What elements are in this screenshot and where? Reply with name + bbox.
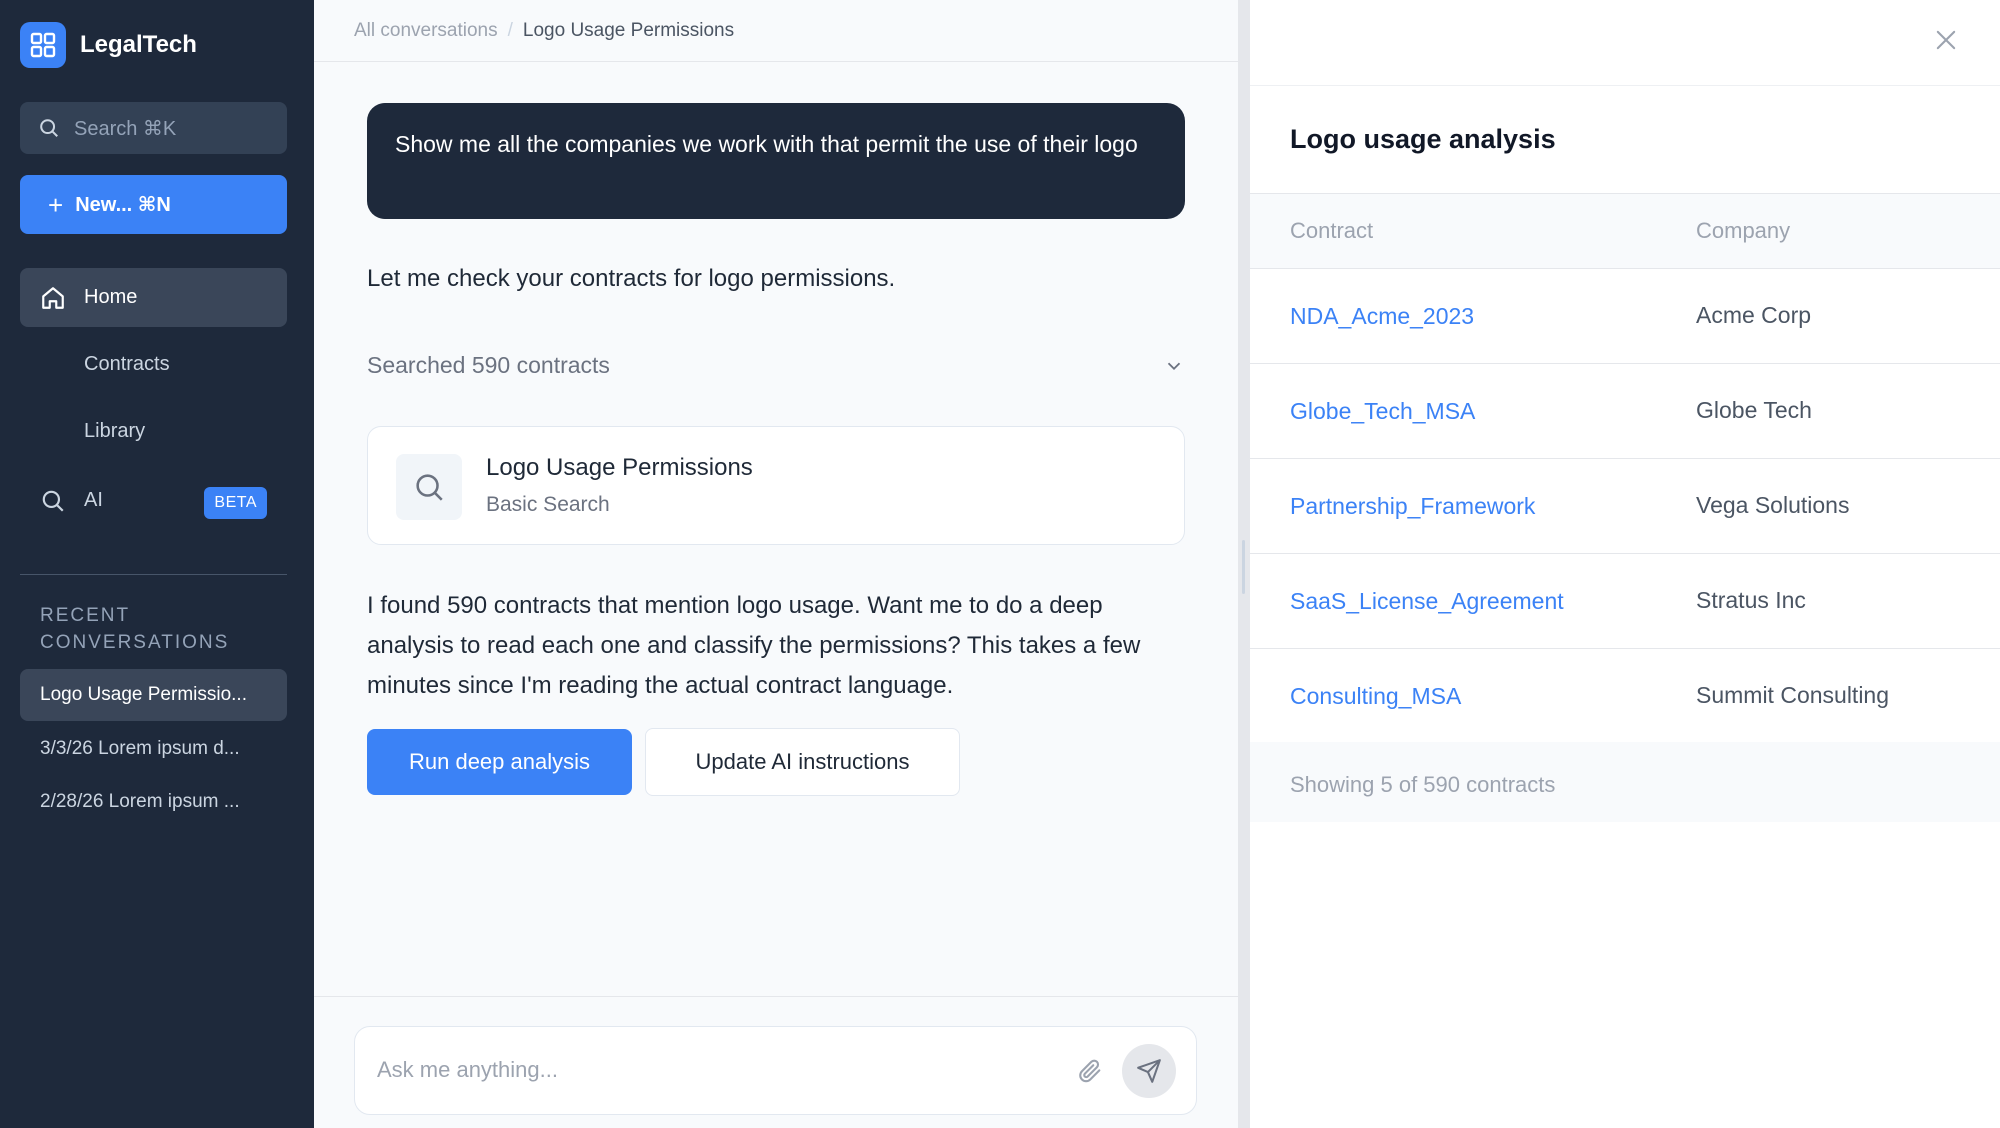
table-row: Globe_Tech_MSA Globe Tech bbox=[1250, 364, 2000, 459]
breadcrumb-current: Logo Usage Permissions bbox=[522, 19, 735, 41]
table-footer: Showing 5 of 590 contracts bbox=[1250, 742, 2000, 822]
breadcrumb-root[interactable]: All conversations bbox=[354, 20, 498, 42]
user-message: Show me all the companies we work with t… bbox=[367, 103, 1185, 219]
sidebar-item-label: Home bbox=[84, 286, 138, 308]
company-cell: Vega Solutions bbox=[1696, 492, 1850, 518]
resize-grip bbox=[1242, 540, 1245, 594]
company-cell: Globe Tech bbox=[1696, 397, 1812, 423]
contract-link[interactable]: Consulting_MSA bbox=[1290, 683, 1461, 710]
update-ai-instructions-button[interactable]: Update AI instructions bbox=[645, 728, 960, 796]
search-card-title: Logo Usage Permissions bbox=[486, 454, 753, 481]
plus-icon: + bbox=[48, 189, 64, 220]
contract-link[interactable]: SaaS_License_Agreement bbox=[1290, 588, 1564, 615]
conversation-label: 3/3/26 Lorem ipsum d... bbox=[40, 738, 240, 759]
contract-link[interactable]: Globe_Tech_MSA bbox=[1290, 398, 1475, 425]
sidebar-search[interactable]: Search ⌘K bbox=[20, 102, 287, 154]
composer-area: Ask me anything... bbox=[314, 996, 1238, 1128]
chat-input[interactable]: Ask me anything... bbox=[354, 1026, 1197, 1115]
grid-logo-icon bbox=[20, 22, 66, 68]
panel-resize-handle[interactable] bbox=[1238, 0, 1250, 1128]
ai-result-message: I found 590 contracts that mention logo … bbox=[367, 592, 1141, 699]
search-icon bbox=[396, 454, 462, 520]
sidebar: LegalTech Search ⌘K + New... ⌘N Home Con… bbox=[0, 0, 314, 1128]
sidebar-item-library[interactable]: Library bbox=[20, 402, 287, 461]
searched-label: Searched 590 contracts bbox=[367, 351, 610, 378]
run-deep-analysis-button[interactable]: Run deep analysis bbox=[367, 729, 632, 795]
breadcrumb-separator: / bbox=[507, 19, 513, 41]
ai-intro-message: Let me check your contracts for logo per… bbox=[367, 265, 896, 292]
search-card-subtitle: Basic Search bbox=[486, 493, 610, 516]
table-row: Consulting_MSA Summit Consulting bbox=[1250, 649, 2000, 744]
conversation-item[interactable]: 2/28/26 Lorem ipsum ... bbox=[20, 776, 287, 828]
searched-toggle[interactable]: Searched 590 contracts bbox=[367, 343, 1185, 387]
column-header-contract: Contract bbox=[1290, 218, 1374, 243]
table-footer-count: Showing 5 of 590 contracts bbox=[1290, 772, 1556, 797]
send-button[interactable] bbox=[1122, 1044, 1176, 1098]
search-icon bbox=[42, 490, 64, 512]
attach-icon[interactable] bbox=[1076, 1057, 1104, 1085]
table-row: NDA_Acme_2023 Acme Corp bbox=[1250, 269, 2000, 364]
conversation-label: 2/28/26 Lorem ipsum ... bbox=[40, 791, 240, 812]
company-cell: Acme Corp bbox=[1696, 302, 1812, 328]
contract-link[interactable]: Partnership_Framework bbox=[1290, 493, 1535, 520]
analysis-panel: Logo usage analysis Contract Company NDA… bbox=[1250, 0, 2000, 1128]
breadcrumb: All conversations / Logo Usage Permissio… bbox=[314, 0, 1238, 62]
recent-conversations-title: Recent conversations bbox=[40, 605, 230, 653]
table-row: SaaS_License_Agreement Stratus Inc bbox=[1250, 554, 2000, 649]
new-button[interactable]: + New... ⌘N bbox=[20, 175, 287, 234]
table-header: Contract Company bbox=[1250, 193, 2000, 269]
search-icon bbox=[40, 119, 58, 137]
brand[interactable]: LegalTech bbox=[20, 22, 197, 68]
conversation-label: Logo Usage Permissio... bbox=[40, 684, 247, 705]
company-cell: Summit Consulting bbox=[1696, 682, 1890, 708]
search-result-card[interactable]: Logo Usage Permissions Basic Search bbox=[367, 426, 1185, 545]
column-header-company: Company bbox=[1696, 218, 1791, 243]
new-button-label: New... ⌘N bbox=[75, 194, 171, 216]
company-cell: Stratus Inc bbox=[1696, 587, 1806, 613]
panel-divider bbox=[1250, 85, 2000, 86]
beta-badge: BETA bbox=[204, 487, 267, 519]
sidebar-item-label: Library bbox=[84, 420, 146, 442]
close-icon[interactable] bbox=[1932, 26, 1960, 54]
sidebar-item-label: AI bbox=[84, 489, 103, 511]
chat-area: All conversations / Logo Usage Permissio… bbox=[314, 0, 1238, 1128]
sidebar-item-home[interactable]: Home bbox=[20, 268, 287, 327]
chevron-down-icon bbox=[1167, 362, 1181, 371]
sidebar-item-contracts[interactable]: Contracts bbox=[20, 335, 287, 394]
sidebar-item-ai[interactable]: AI BETA bbox=[20, 471, 287, 530]
send-icon bbox=[1137, 1059, 1161, 1083]
panel-title: Logo usage analysis bbox=[1290, 124, 1556, 154]
table-row: Partnership_Framework Vega Solutions bbox=[1250, 459, 2000, 554]
contract-link[interactable]: NDA_Acme_2023 bbox=[1290, 303, 1474, 330]
sidebar-item-label: Contracts bbox=[84, 353, 170, 375]
brand-name: LegalTech bbox=[80, 31, 197, 58]
conversation-item[interactable]: Logo Usage Permissio... bbox=[20, 669, 287, 721]
chat-input-placeholder: Ask me anything... bbox=[377, 1057, 558, 1082]
sidebar-search-label: Search ⌘K bbox=[74, 117, 177, 140]
home-icon bbox=[42, 287, 64, 309]
sidebar-divider bbox=[20, 574, 287, 575]
conversation-item[interactable]: 3/3/26 Lorem ipsum d... bbox=[20, 723, 287, 775]
